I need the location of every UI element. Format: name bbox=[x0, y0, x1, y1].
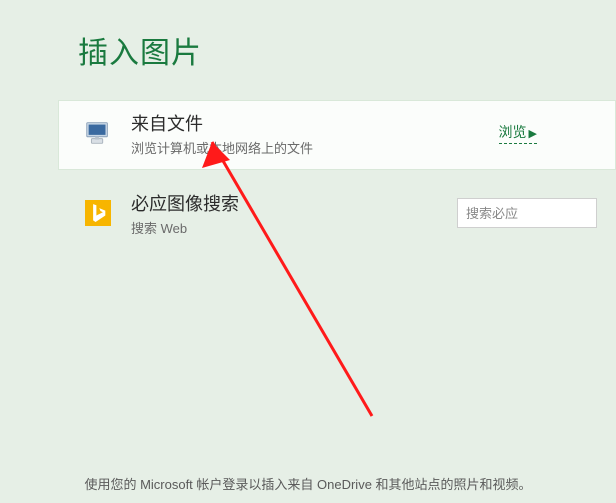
footer-sign-in-text: 使用您的 Microsoft 帐户登录以插入来自 OneDrive 和其他站点的… bbox=[0, 474, 616, 493]
option-bing-subtitle: 搜索 Web bbox=[131, 218, 457, 237]
option-bing-title: 必应图像搜索 bbox=[131, 190, 457, 216]
option-bing-texts: 必应图像搜索 搜索 Web bbox=[131, 190, 457, 237]
bing-icon bbox=[83, 198, 113, 228]
option-from-file-texts: 来自文件 浏览计算机或本地网络上的文件 bbox=[131, 110, 499, 157]
bing-search-input[interactable]: 搜索必应 bbox=[457, 198, 597, 228]
browse-link[interactable]: 浏览▶ bbox=[499, 122, 537, 144]
option-from-file[interactable]: 来自文件 浏览计算机或本地网络上的文件 浏览▶ bbox=[58, 100, 616, 170]
computer-icon bbox=[83, 118, 113, 148]
option-bing-search[interactable]: 必应图像搜索 搜索 Web 搜索必应 bbox=[58, 184, 616, 246]
chevron-right-icon: ▶ bbox=[529, 128, 537, 140]
option-from-file-subtitle: 浏览计算机或本地网络上的文件 bbox=[131, 138, 499, 157]
annotation-arrow bbox=[0, 0, 616, 503]
option-from-file-title: 来自文件 bbox=[131, 110, 499, 136]
browse-link-label: 浏览 bbox=[499, 124, 527, 140]
page-title: 插入图片 bbox=[78, 28, 202, 72]
